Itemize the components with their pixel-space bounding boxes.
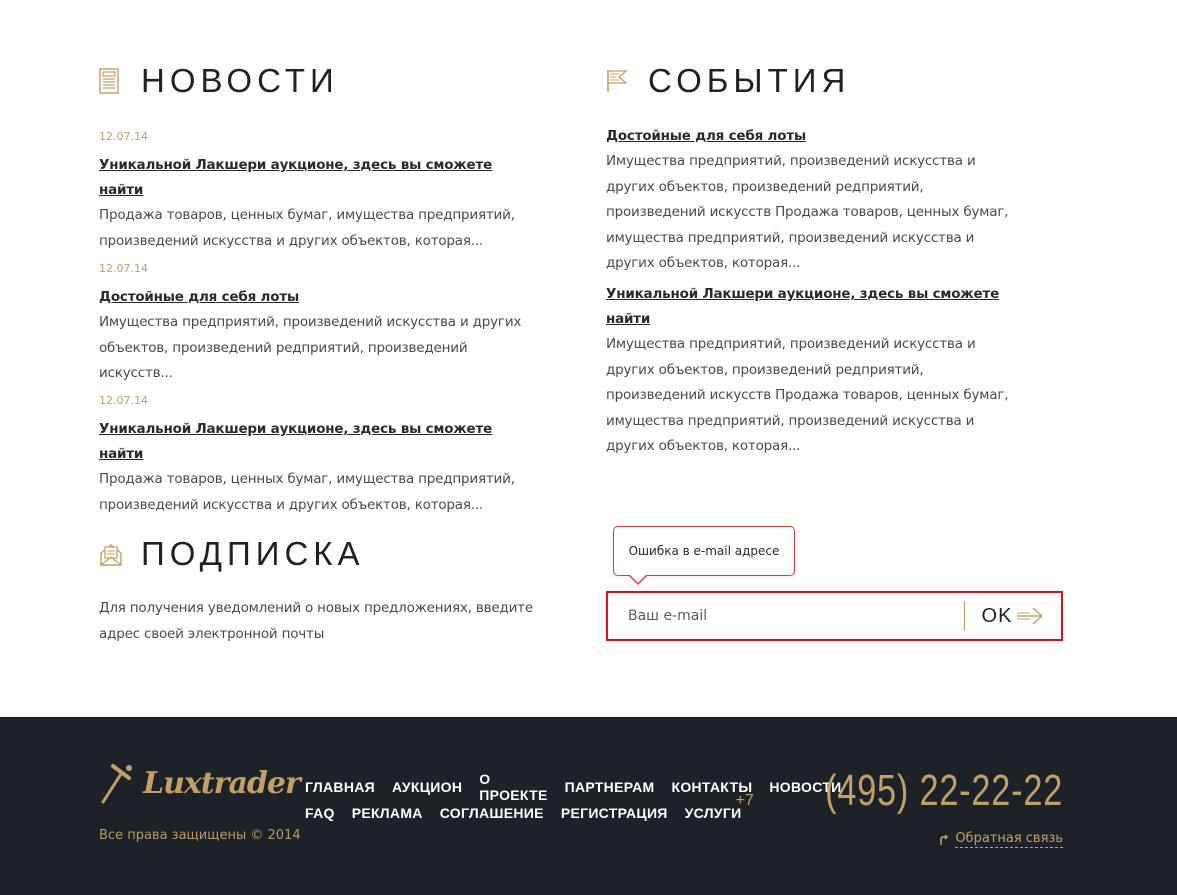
- phone-number[interactable]: +7 (495) 22-22-22: [736, 766, 1063, 816]
- news-date: 12.07.14: [99, 130, 148, 143]
- logo-text: Luxtrader: [143, 765, 301, 801]
- news-link[interactable]: Достойные для себя лоты: [99, 285, 539, 310]
- footer-nav-row: ГЛАВНАЯ АУКЦИОН О ПРОЕКТЕ ПАРТНЕРАМ КОНТ…: [305, 771, 841, 803]
- events-item: Уникальной Лакшери аукционе, здесь вы см…: [606, 282, 1026, 460]
- events-title: СОБЫТИЯ: [606, 62, 850, 100]
- subscribe-title: ПОДПИСКА: [99, 535, 365, 573]
- news-item: 12.07.14 Уникальной Лакшери аукционе, зд…: [99, 394, 539, 518]
- nav-link-agreement[interactable]: СОГЛАШЕНИЕ: [440, 805, 544, 821]
- news-text: Имущества предприятий, произведений иску…: [99, 314, 522, 381]
- nav-link-services[interactable]: УСЛУГИ: [685, 805, 742, 821]
- footer-nav-row: FAQ РЕКЛАМА СОГЛАШЕНИЕ РЕГИСТРАЦИЯ УСЛУГ…: [305, 800, 805, 826]
- footer-nav: ГЛАВНАЯ АУКЦИОН О ПРОЕКТЕ ПАРТНЕРАМ КОНТ…: [305, 771, 841, 826]
- news-link[interactable]: Уникальной Лакшери аукционе, здесь вы см…: [99, 153, 539, 203]
- nav-link-ads[interactable]: РЕКЛАМА: [352, 805, 423, 821]
- newspaper-icon: [99, 68, 121, 94]
- nav-link-partners[interactable]: ПАРТНЕРАМ: [565, 779, 655, 795]
- events-item: Достойные для себя лоты Имущества предпр…: [606, 124, 1026, 277]
- news-link[interactable]: Уникальной Лакшери аукционе, здесь вы см…: [99, 417, 539, 467]
- news-date: 12.07.14: [99, 394, 148, 407]
- flag-icon: [606, 68, 628, 94]
- subscribe-form: OK: [606, 591, 1063, 641]
- logo[interactable]: Luxtrader: [99, 760, 301, 806]
- events-text: Имущества предприятий, произведений иску…: [606, 336, 1009, 454]
- nav-link-home[interactable]: ГЛАВНАЯ: [305, 779, 375, 795]
- arrow-right-icon: [1017, 607, 1044, 625]
- events-link[interactable]: Достойные для себя лоты: [606, 124, 1026, 149]
- news-text: Продажа товаров, ценных бумаг, имущества…: [99, 207, 515, 249]
- feedback-link[interactable]: Обратная связь: [939, 831, 1063, 848]
- news-item: 12.07.14 Уникальной Лакшери аукционе, зд…: [99, 130, 539, 254]
- gavel-icon: [101, 764, 132, 804]
- tooltip-arrow: [628, 574, 648, 585]
- phone-digits: (495) 22-22-22: [825, 766, 1063, 815]
- news-title: НОВОСТИ: [99, 62, 339, 100]
- events-text: Имущества предприятий, произведений иску…: [606, 153, 1009, 271]
- nav-link-faq[interactable]: FAQ: [305, 805, 335, 821]
- reply-arrow-icon: [940, 833, 949, 845]
- feedback-label: Обратная связь: [955, 831, 1063, 848]
- events-link[interactable]: Уникальной Лакшери аукционе, здесь вы см…: [606, 282, 1026, 332]
- ok-button[interactable]: OK: [965, 593, 1061, 639]
- ok-button-label: OK: [981, 604, 1013, 627]
- error-tooltip: Ошибка в e-mail адресе: [613, 526, 795, 585]
- nav-link-about[interactable]: О ПРОЕКТЕ: [479, 771, 547, 803]
- news-text: Продажа товаров, ценных бумаг, имущества…: [99, 471, 515, 513]
- mail-icon: [99, 541, 122, 567]
- nav-link-auction[interactable]: АУКЦИОН: [392, 779, 462, 795]
- news-item: 12.07.14 Достойные для себя лоты Имущест…: [99, 262, 539, 387]
- phone-code: +7: [735, 792, 754, 809]
- news-date: 12.07.14: [99, 262, 148, 275]
- error-message: Ошибка в e-mail адресе: [628, 544, 780, 558]
- copyright: Все права защищены © 2014: [99, 828, 301, 843]
- nav-link-registration[interactable]: РЕГИСТРАЦИЯ: [561, 805, 668, 821]
- subscribe-description: Для получения уведомлений о новых предло…: [99, 600, 533, 642]
- email-input[interactable]: [608, 593, 964, 639]
